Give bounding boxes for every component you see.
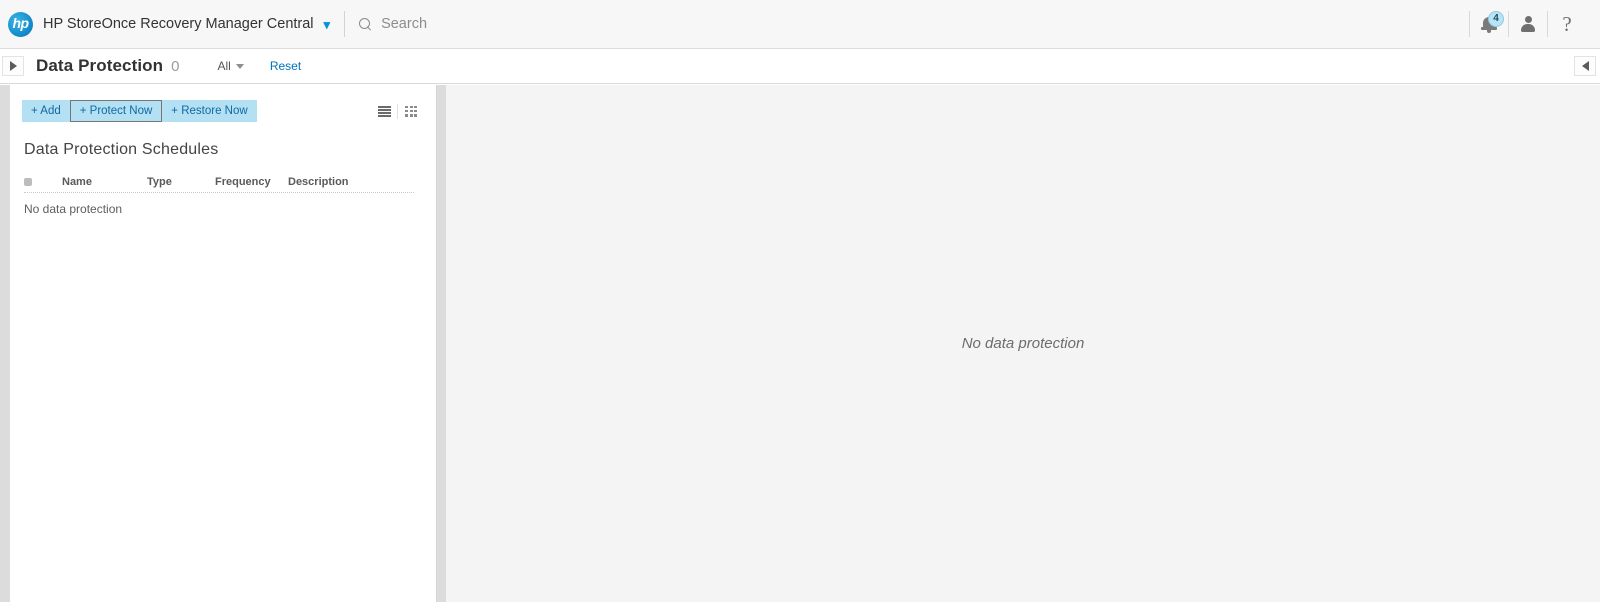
notifications-button[interactable]: 4 [1470, 0, 1508, 49]
filter-dropdown[interactable]: All [217, 59, 244, 73]
action-button-group: + Add + Protect Now + Restore Now [22, 100, 257, 122]
grid-view-icon [405, 105, 417, 117]
help-button[interactable]: ? [1548, 0, 1586, 49]
left-rail [0, 85, 10, 602]
search-icon [359, 17, 372, 31]
content-area: + Add + Protect Now + Restore Now Data P… [0, 85, 1600, 602]
chevron-right-icon [9, 61, 17, 71]
reset-link[interactable]: Reset [270, 59, 301, 73]
protect-now-button[interactable]: + Protect Now [69, 100, 163, 122]
list-view-icon [377, 105, 391, 117]
help-icon: ? [1562, 11, 1572, 36]
restore-now-button[interactable]: + Restore Now [162, 100, 256, 122]
grid-view-toggle[interactable] [398, 100, 424, 122]
brand-title: HP StoreOnce Recovery Manager Central [43, 16, 314, 32]
hp-logo-text: hp [12, 15, 29, 31]
column-header-name[interactable]: Name [62, 176, 147, 188]
select-all-icon [24, 177, 32, 186]
user-icon [1521, 16, 1536, 32]
column-header-select[interactable] [24, 177, 62, 186]
user-menu-button[interactable] [1509, 0, 1547, 49]
table-empty-message: No data protection [24, 202, 123, 216]
chevron-down-icon [235, 63, 244, 69]
collapse-panel-arrow[interactable] [1574, 56, 1596, 76]
list-view-toggle[interactable] [371, 100, 397, 122]
table-header-row: Name Type Frequency Description [24, 171, 414, 193]
subheader-right-actions [1572, 56, 1600, 76]
chevron-left-icon [1581, 61, 1589, 71]
page-title: Data Protection [36, 56, 164, 75]
actions-toolbar: + Add + Protect Now + Restore Now [22, 94, 424, 128]
data-protection-schedules-table: Name Type Frequency Description No data … [24, 171, 414, 216]
column-header-frequency[interactable]: Frequency [215, 176, 288, 188]
detail-empty-message: No data protection [961, 335, 1085, 352]
column-header-type[interactable]: Type [147, 176, 215, 188]
notification-badge: 4 [1488, 11, 1504, 27]
hp-logo: hp [8, 11, 33, 37]
page-item-count: 0 [171, 57, 180, 75]
chevron-down-icon[interactable]: ▾ [324, 18, 331, 31]
top-navigation-bar: hp HP StoreOnce Recovery Manager Central… [0, 0, 1600, 49]
search-box[interactable] [359, 0, 642, 48]
topbar-actions: 4 ? [1469, 0, 1600, 48]
column-header-description[interactable]: Description [288, 176, 414, 188]
bell-icon: 4 [1481, 11, 1504, 33]
expand-panel-arrow[interactable] [2, 56, 24, 76]
section-title: Data Protection Schedules [24, 141, 219, 158]
brand-menu[interactable]: hp HP StoreOnce Recovery Manager Central… [0, 0, 330, 48]
detail-panel: No data protection [446, 85, 1600, 602]
master-panel: + Add + Protect Now + Restore Now Data P… [10, 85, 437, 602]
filter-label: All [217, 59, 231, 73]
search-input[interactable] [381, 16, 642, 32]
view-toggle-group [371, 100, 424, 122]
page-subheader: Data Protection 0 All Reset [0, 49, 1600, 84]
add-button[interactable]: + Add [22, 100, 70, 122]
divider [344, 11, 346, 37]
